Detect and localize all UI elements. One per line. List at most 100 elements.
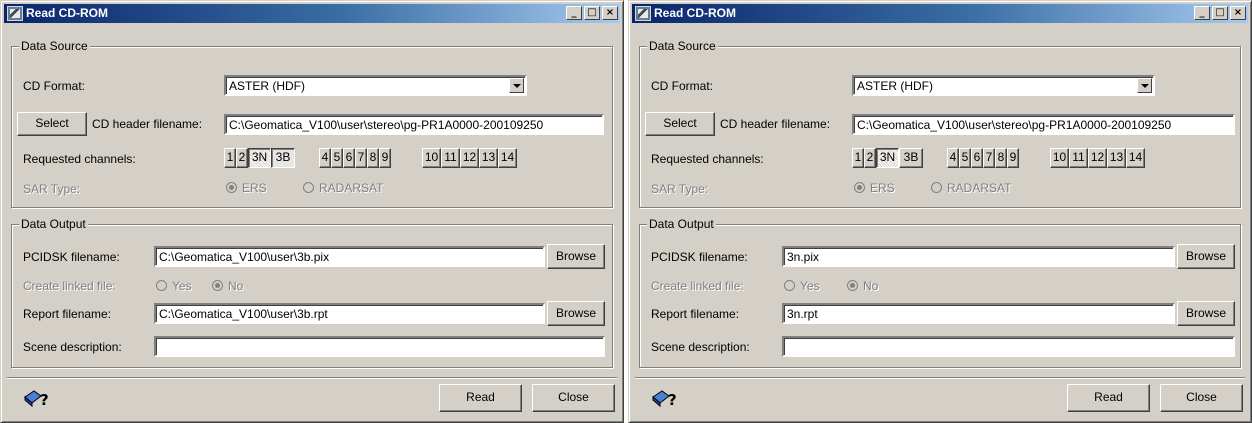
linked-no-radio[interactable] xyxy=(212,280,223,291)
chevron-down-icon[interactable] xyxy=(509,78,524,93)
minimize-button[interactable]: _ xyxy=(566,6,582,20)
sar-radarsat-label: RADARSAT xyxy=(947,181,1012,195)
channel-7-button[interactable]: 7 xyxy=(355,148,367,168)
sar-radarsat-label: RADARSAT xyxy=(319,181,384,195)
channel-12-button[interactable]: 12 xyxy=(1088,148,1107,168)
channel-2-button[interactable]: 2 xyxy=(236,148,248,168)
channel-1-button[interactable]: 1 xyxy=(852,148,864,168)
linked-yes-label: Yes xyxy=(172,279,192,293)
close-window-button[interactable]: × xyxy=(602,6,618,20)
channel-3b-button[interactable]: 3B xyxy=(271,148,295,168)
title-bar[interactable]: Read CD-ROM _ □ × xyxy=(632,4,1248,23)
pcidsk-value: C:\Geomatica_V100\user\3b.pix xyxy=(159,250,330,264)
cd-format-select[interactable]: ASTER (HDF) xyxy=(224,75,527,96)
channel-13-button[interactable]: 13 xyxy=(479,148,498,168)
channel-14-button[interactable]: 14 xyxy=(498,148,517,168)
read-button[interactable]: Read xyxy=(1067,384,1150,412)
channel-13-button[interactable]: 13 xyxy=(1107,148,1126,168)
channel-7-button[interactable]: 7 xyxy=(983,148,995,168)
channel-9-button[interactable]: 9 xyxy=(379,148,391,168)
channel-3n-button[interactable]: 3N xyxy=(876,148,899,168)
title-bar[interactable]: Read CD-ROM _ □ × xyxy=(4,4,620,23)
close-button[interactable]: Close xyxy=(532,384,615,412)
cd-format-value: ASTER (HDF) xyxy=(229,79,305,93)
maximize-button[interactable]: □ xyxy=(584,6,600,20)
channel-6-button[interactable]: 6 xyxy=(971,148,983,168)
close-window-button[interactable]: × xyxy=(1230,6,1246,20)
channel-2-button[interactable]: 2 xyxy=(864,148,876,168)
pcidsk-browse-button[interactable]: Browse xyxy=(1177,244,1235,269)
pcidsk-value: 3n.pix xyxy=(787,250,820,264)
pcidsk-field[interactable]: 3n.pix xyxy=(782,246,1175,267)
cd-format-label: CD Format: xyxy=(23,79,86,93)
select-button[interactable]: Select xyxy=(645,112,715,136)
window-title: Read CD-ROM xyxy=(654,6,737,20)
select-button[interactable]: Select xyxy=(17,112,87,136)
pcidsk-field[interactable]: C:\Geomatica_V100\user\3b.pix xyxy=(154,246,545,267)
channel-3b-button[interactable]: 3B xyxy=(899,148,923,168)
channel-6-button[interactable]: 6 xyxy=(343,148,355,168)
data-source-label: Data Source xyxy=(647,39,718,53)
channel-14-button[interactable]: 14 xyxy=(1126,148,1145,168)
cd-format-value: ASTER (HDF) xyxy=(857,79,933,93)
channel-8-button[interactable]: 8 xyxy=(367,148,379,168)
pcidsk-label: PCIDSK filename: xyxy=(651,250,748,264)
app-icon xyxy=(7,6,23,21)
read-cdrom-dialog-left: Read CD-ROM _ □ × Data Source CD Format:… xyxy=(0,0,624,423)
read-button[interactable]: Read xyxy=(439,384,522,412)
sar-type-label: SAR Type: xyxy=(23,182,81,196)
channel-5-button[interactable]: 5 xyxy=(959,148,971,168)
channel-12-button[interactable]: 12 xyxy=(460,148,479,168)
footer-divider xyxy=(635,377,1245,379)
data-source-label: Data Source xyxy=(19,39,90,53)
channel-11-button[interactable]: 11 xyxy=(1069,148,1088,168)
linked-file-label: Create linked file: xyxy=(23,279,116,293)
cd-header-field[interactable]: C:\Geomatica_V100\user\stereo\pg-PR1A000… xyxy=(224,114,604,135)
linked-no-label: No xyxy=(228,279,244,293)
pcidsk-browse-button[interactable]: Browse xyxy=(547,244,605,269)
sar-radarsat-radio[interactable] xyxy=(303,182,314,193)
chevron-down-icon[interactable] xyxy=(1137,78,1152,93)
scene-description-label: Scene description: xyxy=(23,340,122,354)
channel-buttons: 1 2 3N 3B 4 5 6 7 8 9 10 11 12 13 14 xyxy=(852,148,1172,168)
sar-radarsat-radio[interactable] xyxy=(931,182,942,193)
svg-text:?: ? xyxy=(668,391,677,408)
pcidsk-label: PCIDSK filename: xyxy=(23,250,120,264)
channel-10-button[interactable]: 10 xyxy=(1050,148,1069,168)
cd-header-label: CD header filename: xyxy=(92,117,203,131)
cd-format-select[interactable]: ASTER (HDF) xyxy=(852,75,1155,96)
report-field[interactable]: 3n.rpt xyxy=(782,303,1175,324)
cd-format-label: CD Format: xyxy=(651,79,714,93)
cd-header-value: C:\Geomatica_V100\user\stereo\pg-PR1A000… xyxy=(857,118,1172,132)
sar-ers-radio[interactable] xyxy=(854,182,865,193)
channel-4-button[interactable]: 4 xyxy=(319,148,331,168)
linked-yes-radio[interactable] xyxy=(784,280,795,291)
channel-5-button[interactable]: 5 xyxy=(331,148,343,168)
scene-description-field[interactable] xyxy=(782,336,1235,357)
help-book-icon[interactable]: ? xyxy=(651,388,679,408)
report-browse-button[interactable]: Browse xyxy=(547,301,605,326)
read-cdrom-dialog-right: Read CD-ROM _ □ × Data Source CD Format:… xyxy=(628,0,1252,423)
report-field[interactable]: C:\Geomatica_V100\user\3b.rpt xyxy=(154,303,545,324)
sar-ers-radio[interactable] xyxy=(226,182,237,193)
linked-yes-label: Yes xyxy=(800,279,820,293)
scene-description-field[interactable] xyxy=(154,336,605,357)
report-browse-button[interactable]: Browse xyxy=(1177,301,1235,326)
cd-header-field[interactable]: C:\Geomatica_V100\user\stereo\pg-PR1A000… xyxy=(852,114,1235,135)
channel-9-button[interactable]: 9 xyxy=(1007,148,1019,168)
help-book-icon[interactable]: ? xyxy=(23,388,51,408)
linked-no-radio[interactable] xyxy=(847,280,858,291)
minimize-button[interactable]: _ xyxy=(1194,6,1210,20)
channel-1-button[interactable]: 1 xyxy=(224,148,236,168)
maximize-button[interactable]: □ xyxy=(1212,6,1228,20)
channel-10-button[interactable]: 10 xyxy=(422,148,441,168)
close-button[interactable]: Close xyxy=(1160,384,1243,412)
report-value: C:\Geomatica_V100\user\3b.rpt xyxy=(159,307,328,321)
channel-3n-button[interactable]: 3N xyxy=(248,148,271,168)
channel-11-button[interactable]: 11 xyxy=(441,148,460,168)
channel-8-button[interactable]: 8 xyxy=(995,148,1007,168)
channel-4-button[interactable]: 4 xyxy=(947,148,959,168)
linked-file-label: Create linked file: xyxy=(651,279,744,293)
requested-channels-label: Requested channels: xyxy=(651,152,764,166)
linked-yes-radio[interactable] xyxy=(156,280,167,291)
